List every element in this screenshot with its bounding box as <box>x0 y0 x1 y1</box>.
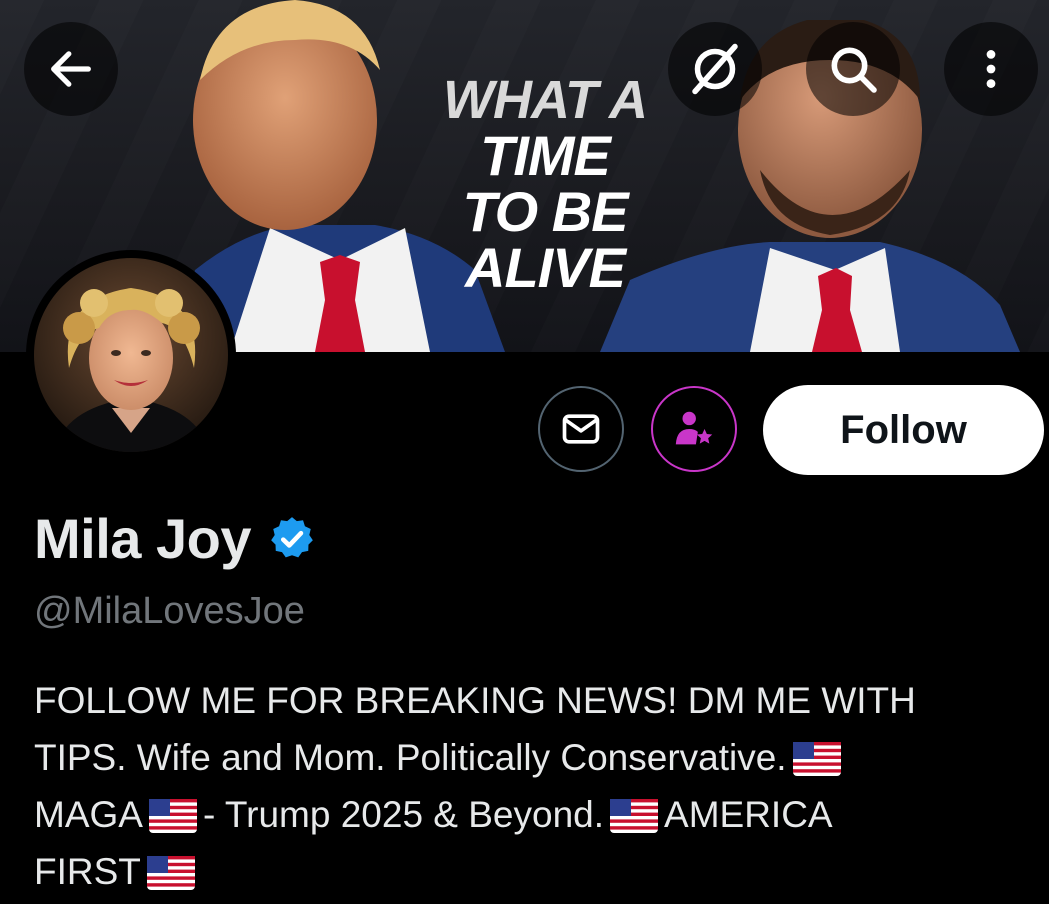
message-button[interactable] <box>538 386 624 472</box>
bio-line: MAGA - Trump 2025 & Beyond. AMERICA <box>34 786 1024 843</box>
bio-text: FIRST <box>34 851 141 892</box>
us-flag-icon <box>610 799 659 833</box>
us-flag-icon <box>146 856 195 890</box>
back-arrow-icon <box>51 51 91 87</box>
more-button[interactable] <box>944 22 1038 116</box>
bio-text: MAGA <box>34 794 143 835</box>
verified-badge-icon[interactable] <box>267 514 317 564</box>
banner-slogan: WHAT A TIME TO BE ALIVE <box>420 72 670 296</box>
display-name: Mila Joy <box>34 507 251 570</box>
avatar-photo <box>34 258 228 452</box>
bio-line: FOLLOW ME FOR BREAKING NEWS! DM ME WITH <box>34 672 1024 729</box>
name-row: Mila Joy <box>34 506 317 571</box>
back-button[interactable] <box>24 22 118 116</box>
bio-text: FOLLOW ME FOR BREAKING NEWS! DM ME WITH <box>34 680 916 721</box>
subscribe-button[interactable] <box>651 386 737 472</box>
banner-slogan-line: ALIVE <box>465 236 626 299</box>
banner-slogan-line: TIME <box>480 124 611 187</box>
bio-text: - Trump 2025 & Beyond. <box>202 794 605 835</box>
profile-avatar[interactable] <box>26 250 236 460</box>
us-flag-icon <box>148 799 197 833</box>
grok-slash-icon <box>692 43 738 95</box>
us-flag-icon <box>792 742 841 776</box>
search-button[interactable] <box>806 22 900 116</box>
bio-line: TIPS. Wife and Mom. Politically Conserva… <box>34 729 1024 786</box>
profile-bio: FOLLOW ME FOR BREAKING NEWS! DM ME WITH … <box>34 672 1024 900</box>
grok-button[interactable] <box>668 22 762 116</box>
banner-slogan-line: WHAT A <box>443 70 648 130</box>
follow-button[interactable]: Follow <box>763 385 1044 475</box>
bio-text: AMERICA <box>664 794 833 835</box>
profile-handle: @MilaLovesJoe <box>34 590 305 632</box>
banner-slogan-line: TO BE <box>462 180 628 243</box>
mail-icon <box>562 414 600 444</box>
bio-text: TIPS. Wife and Mom. Politically Conserva… <box>34 737 787 778</box>
search-icon <box>831 47 877 93</box>
bio-line: FIRST <box>34 843 1024 900</box>
more-vertical-icon <box>986 50 996 88</box>
subscribe-person-star-icon <box>675 411 713 445</box>
